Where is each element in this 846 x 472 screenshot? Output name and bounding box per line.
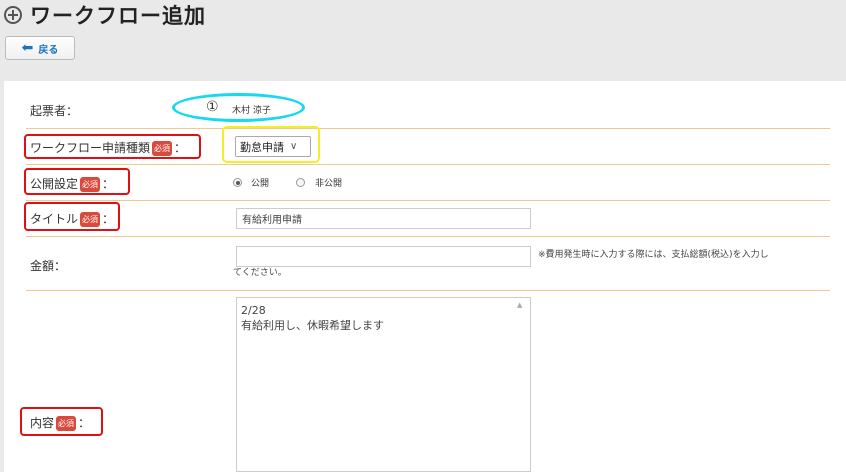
row-separator [26, 164, 830, 165]
title-label-colon: ： [102, 212, 115, 226]
workflow-type-select[interactable]: 勤怠申請 ∨ [235, 136, 311, 157]
row-separator [26, 236, 830, 237]
row-separator [26, 200, 830, 201]
visibility-label-text: 公開設定 [30, 177, 79, 191]
radio-public[interactable] [233, 178, 242, 187]
back-arrow-icon: ⬅ [21, 40, 34, 56]
required-badge: 必須 [80, 177, 101, 192]
title-label: タイトル 必須： [30, 210, 114, 227]
author-highlight-ellipse [172, 93, 305, 122]
amount-note-cont: てください。 [233, 268, 287, 278]
type-label-colon: ： [174, 141, 187, 155]
title-label-text: タイトル [30, 212, 79, 226]
type-label-text: ワークフロー申請種類 [30, 141, 151, 155]
content-label: 内容 必須： [30, 414, 90, 431]
required-badge: 必須 [80, 212, 101, 227]
add-circle-icon [4, 6, 22, 24]
content-label-colon: ： [78, 416, 91, 430]
radio-public-label: 公開 [251, 179, 270, 189]
page-title: ワークフロー追加 [30, 4, 206, 28]
chevron-down-icon: ∨ [290, 141, 298, 152]
amount-label: 金額： [30, 259, 67, 273]
content-textarea[interactable]: 2/28 有給利用し、休暇希望します [236, 297, 531, 472]
scroll-up-arrow-icon[interactable]: ▲ [517, 301, 522, 309]
required-badge: 必須 [56, 416, 77, 431]
page-header: ワークフロー追加 [4, 0, 206, 30]
content-label-text: 内容 [30, 416, 55, 430]
row-separator [26, 290, 830, 291]
required-badge: 必須 [152, 141, 173, 156]
row-separator [26, 128, 830, 129]
amount-note: ※費用発生時に入力する際には、支払総額(税込)を入力し [538, 250, 769, 260]
visibility-label-colon: ： [102, 177, 115, 191]
title-input[interactable]: 有給利用申請 [236, 208, 531, 229]
back-button-label: 戻る [38, 44, 59, 56]
workflow-type-value: 勤怠申請 [240, 140, 284, 154]
radio-private[interactable] [296, 178, 305, 187]
radio-private-label: 非公開 [315, 179, 343, 189]
amount-input[interactable] [236, 246, 531, 267]
type-label: ワークフロー申請種類 必須： [30, 139, 186, 156]
back-button[interactable]: ⬅ 戻る [5, 36, 75, 60]
visibility-label: 公開設定 必須： [30, 175, 114, 192]
author-label: 起票者： [30, 104, 79, 118]
